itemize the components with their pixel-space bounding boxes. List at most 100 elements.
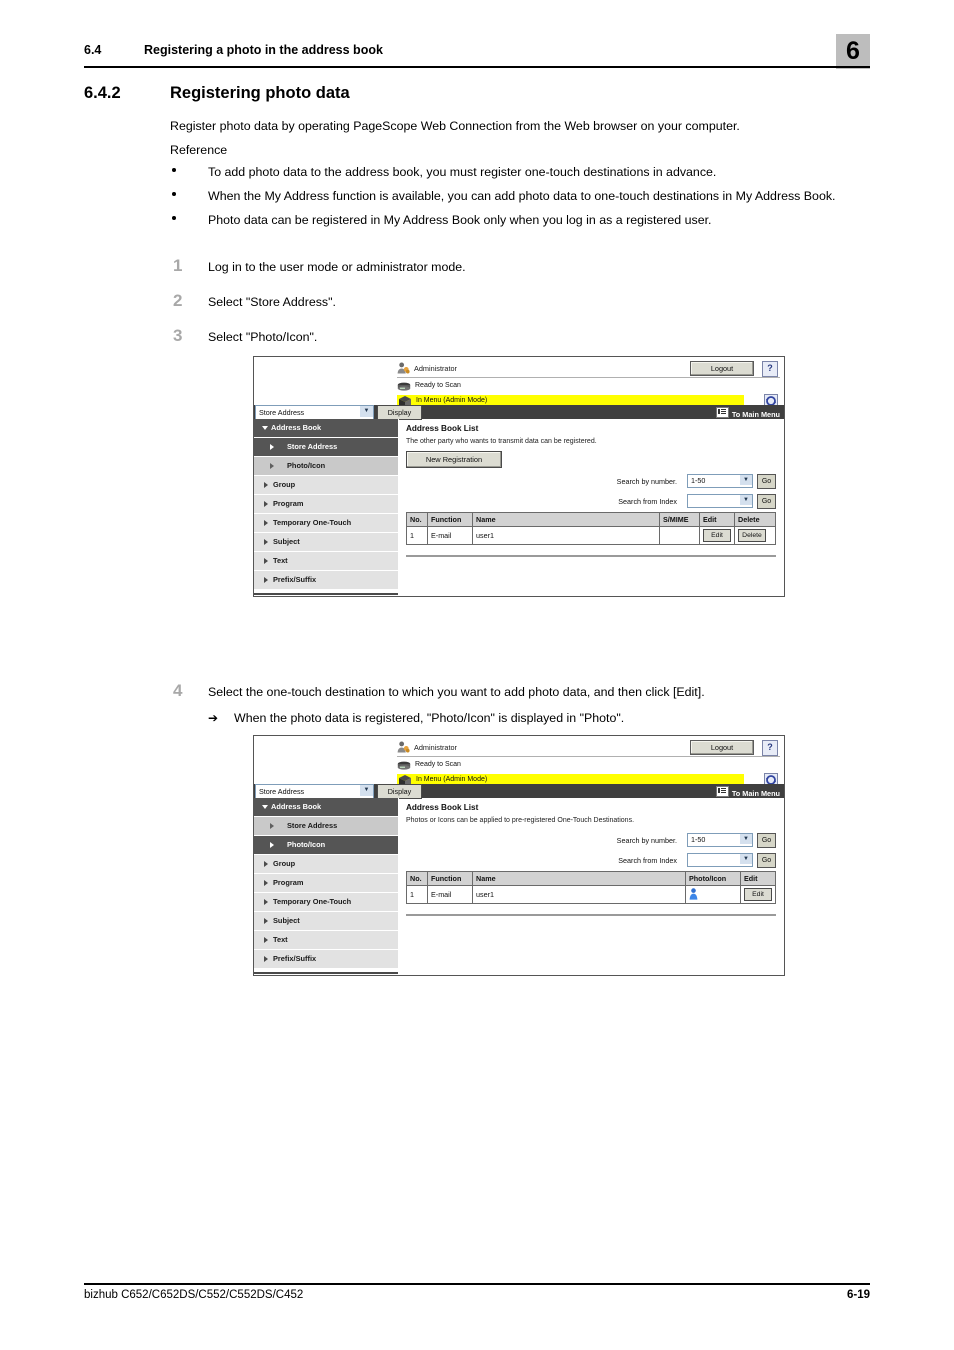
to-main-menu-link[interactable]: To Main Menu bbox=[715, 407, 780, 419]
sidebar-item-program[interactable]: Program bbox=[254, 874, 398, 893]
delete-button[interactable]: Delete bbox=[738, 529, 766, 542]
help-icon[interactable]: ? bbox=[762, 740, 778, 756]
cell-function: E-mail bbox=[427, 885, 473, 904]
search-by-number-value: 1-50 bbox=[691, 476, 706, 485]
main-panel-description: Photos or Icons can be applied to pre-re… bbox=[406, 817, 635, 824]
nav-mode-select[interactable]: Store Address ▼ bbox=[255, 784, 374, 799]
sidebar-item-label: Store Address bbox=[287, 821, 338, 830]
step-number: 1 bbox=[173, 256, 183, 275]
logout-button[interactable]: Logout bbox=[690, 361, 754, 376]
sidebar-item-label: Text bbox=[273, 556, 288, 565]
chapter-marker: 6 bbox=[836, 34, 870, 69]
figure2-status-block: Ready to Scan In Menu (Admin Mode) bbox=[397, 760, 780, 787]
display-button[interactable]: Display bbox=[377, 405, 422, 420]
sidebar-item-text[interactable]: Text bbox=[254, 931, 398, 950]
figure2-sidebar: Address Book Store Address Photo/Icon Gr… bbox=[254, 798, 399, 975]
sidebar-item-photo-icon[interactable]: Photo/Icon bbox=[254, 836, 398, 855]
new-registration-button[interactable]: New Registration bbox=[406, 451, 502, 468]
search-by-number-label: Search by number. bbox=[616, 476, 677, 486]
search-from-index-select[interactable]: ▼ bbox=[687, 853, 753, 867]
figure2-nav-bar: Store Address ▼ Display To Main Menu bbox=[254, 784, 784, 799]
table-header-row: No. Function Name Photo/Icon Edit bbox=[406, 871, 776, 886]
search-from-index-row: Search from Index ▼ Go bbox=[406, 493, 776, 509]
triangle-right-icon bbox=[264, 520, 268, 526]
edit-button[interactable]: Edit bbox=[744, 888, 772, 901]
person-icon bbox=[689, 887, 698, 900]
reference-bullet-list: To add photo data to the address book, y… bbox=[170, 164, 870, 236]
sidebar-item-store-address[interactable]: Store Address bbox=[254, 438, 398, 457]
sidebar-item-group[interactable]: Group bbox=[254, 476, 398, 495]
search-from-index-go-button[interactable]: Go bbox=[757, 493, 776, 509]
list-item: To add photo data to the address book, y… bbox=[170, 164, 870, 181]
sidebar-item-label: Address Book bbox=[271, 802, 322, 811]
user-name-label: Administrator bbox=[414, 743, 457, 752]
cell-delete: Delete bbox=[734, 526, 776, 545]
sidebar-item-photo-icon[interactable]: Photo/Icon bbox=[254, 457, 398, 476]
cell-photo-icon bbox=[685, 885, 741, 904]
sidebar-item-subject[interactable]: Subject bbox=[254, 533, 398, 552]
display-button[interactable]: Display bbox=[377, 784, 422, 799]
chevron-down-icon[interactable]: ▼ bbox=[740, 834, 752, 844]
sidebar-item-temporary-one-touch[interactable]: Temporary One-Touch bbox=[254, 893, 398, 912]
column-header-smime: S/MIME bbox=[659, 512, 700, 527]
sidebar-item-address-book[interactable]: Address Book bbox=[254, 419, 398, 438]
triangle-right-icon bbox=[270, 842, 274, 848]
search-from-index-go-button[interactable]: Go bbox=[757, 852, 776, 868]
sidebar-item-group[interactable]: Group bbox=[254, 855, 398, 874]
sidebar-item-program[interactable]: Program bbox=[254, 495, 398, 514]
footer-product-name: bizhub C652/C652DS/C552/C552DS/C452 bbox=[84, 1289, 304, 1301]
cell-function: E-mail bbox=[427, 526, 473, 545]
sidebar-item-prefix-suffix[interactable]: Prefix/Suffix bbox=[254, 950, 398, 969]
triangle-right-icon bbox=[264, 918, 268, 924]
triangle-right-icon bbox=[270, 463, 274, 469]
user-icon bbox=[397, 362, 410, 374]
sidebar-item-label: Address Book bbox=[271, 423, 322, 432]
chevron-down-icon[interactable]: ▼ bbox=[360, 785, 373, 796]
main-panel-title: Address Book List bbox=[406, 424, 479, 433]
substep-text: When the photo data is registered, "Phot… bbox=[234, 711, 625, 725]
scanner-icon bbox=[397, 761, 411, 770]
chevron-down-icon[interactable]: ▼ bbox=[740, 854, 752, 864]
chevron-down-icon[interactable]: ▼ bbox=[740, 475, 752, 485]
sidebar-item-label: Group bbox=[273, 859, 296, 868]
sidebar-item-subject[interactable]: Subject bbox=[254, 912, 398, 931]
triangle-right-icon bbox=[264, 482, 268, 488]
sidebar-item-text[interactable]: Text bbox=[254, 552, 398, 571]
footer-rule bbox=[84, 1283, 870, 1285]
help-icon[interactable]: ? bbox=[762, 361, 778, 377]
content-divider bbox=[406, 555, 776, 557]
edit-button[interactable]: Edit bbox=[703, 529, 731, 542]
search-by-number-go-button[interactable]: Go bbox=[757, 473, 776, 489]
nav-mode-select-value: Store Address bbox=[259, 408, 305, 417]
to-main-menu-link[interactable]: To Main Menu bbox=[715, 786, 780, 798]
sidebar-item-label: Photo/Icon bbox=[287, 840, 326, 849]
search-by-number-go-button[interactable]: Go bbox=[757, 832, 776, 848]
search-by-number-select[interactable]: 1-50 ▼ bbox=[687, 833, 753, 847]
column-header-name: Name bbox=[472, 512, 660, 527]
sidebar-item-temporary-one-touch[interactable]: Temporary One-Touch bbox=[254, 514, 398, 533]
bullet-text: When the My Address function is availabl… bbox=[208, 189, 836, 203]
list-item: When the My Address function is availabl… bbox=[170, 188, 870, 205]
cell-no: 1 bbox=[406, 885, 428, 904]
status-ready-label: Ready to Scan bbox=[415, 382, 461, 389]
search-from-index-label: Search from Index bbox=[618, 496, 677, 506]
chevron-down-icon[interactable]: ▼ bbox=[740, 495, 752, 505]
figure1-nav-bar: Store Address ▼ Display To Main Menu bbox=[254, 405, 784, 420]
cell-no: 1 bbox=[406, 526, 428, 545]
nav-mode-select[interactable]: Store Address ▼ bbox=[255, 405, 374, 420]
search-by-number-select[interactable]: 1-50 ▼ bbox=[687, 474, 753, 488]
sidebar-item-label: Group bbox=[273, 480, 296, 489]
column-header-name: Name bbox=[472, 871, 686, 886]
triangle-right-icon bbox=[264, 577, 268, 583]
sidebar-item-store-address[interactable]: Store Address bbox=[254, 817, 398, 836]
logout-button[interactable]: Logout bbox=[690, 740, 754, 755]
main-panel-title: Address Book List bbox=[406, 803, 479, 812]
search-from-index-select[interactable]: ▼ bbox=[687, 494, 753, 508]
figure-address-book-list: Administrator Logout ? Ready to Scan In … bbox=[253, 356, 785, 597]
step-number: 4 bbox=[173, 681, 183, 700]
sidebar-item-prefix-suffix[interactable]: Prefix/Suffix bbox=[254, 571, 398, 590]
step-number: 3 bbox=[173, 326, 183, 345]
chevron-down-icon[interactable]: ▼ bbox=[360, 406, 373, 417]
step-text: Select "Store Address". bbox=[208, 295, 336, 309]
sidebar-item-address-book[interactable]: Address Book bbox=[254, 798, 398, 817]
